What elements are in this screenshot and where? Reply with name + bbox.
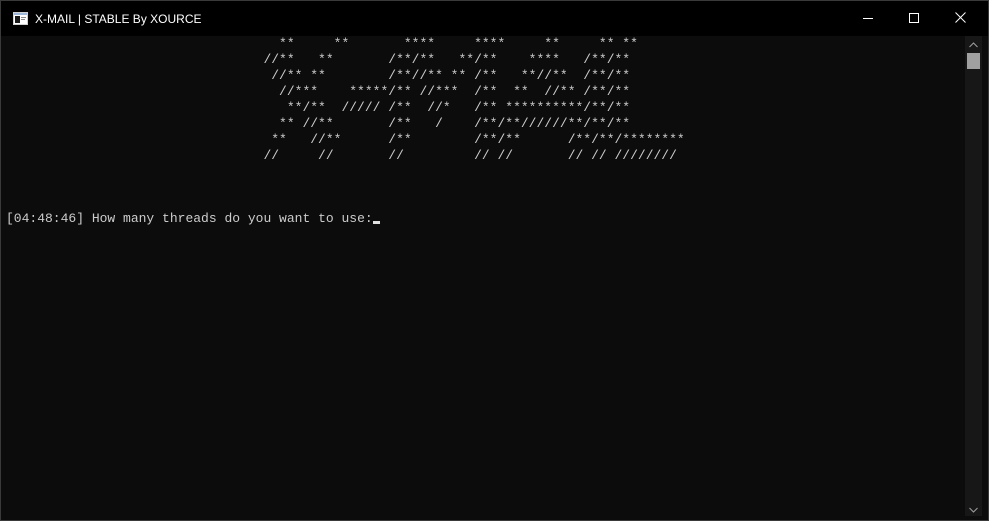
- scroll-up-button[interactable]: [965, 36, 982, 51]
- ascii-banner-line: //*** *****/** //*** /** ** //** /**/**: [6, 84, 631, 99]
- minimize-button[interactable]: [845, 1, 891, 36]
- text-cursor: [372, 221, 380, 224]
- close-icon: [954, 11, 966, 26]
- terminal-window: X-MAIL | STABLE By XOURCE ** ** **** ***…: [0, 0, 989, 521]
- maximize-button[interactable]: [891, 1, 937, 36]
- ascii-banner-line: ** //** /** / /**/**//////**/**/**: [6, 116, 631, 131]
- ascii-banner-line: ** //** /** /**/** /**/**/********: [6, 132, 685, 147]
- scroll-down-arrow-icon: [969, 500, 978, 518]
- close-button[interactable]: [937, 1, 983, 36]
- minimize-icon: [863, 12, 873, 26]
- input-prompt[interactable]: [04:48:46] How many threads do you want …: [6, 211, 380, 227]
- prompt-text: How many threads do you want to use:: [91, 211, 373, 226]
- title-bar[interactable]: X-MAIL | STABLE By XOURCE: [1, 1, 988, 36]
- console-output[interactable]: ** ** **** **** ** ** ** //** ** /**/** …: [6, 36, 963, 516]
- scrollbar-thumb[interactable]: [967, 53, 980, 69]
- console-window-icon: [13, 12, 28, 25]
- window-title: X-MAIL | STABLE By XOURCE: [35, 12, 202, 26]
- prompt-timestamp: [04:48:46]: [6, 211, 85, 226]
- scroll-up-arrow-icon: [969, 35, 978, 53]
- ascii-banner-line: //** ** /**//** ** /** **//** /**/**: [6, 68, 631, 83]
- ascii-banner-line: ** ** **** **** ** ** **: [6, 36, 638, 51]
- maximize-icon: [909, 12, 919, 26]
- ascii-banner-line: // // // // // // // ////////: [6, 148, 677, 163]
- ascii-banner-line: //** ** /**/** **/** **** /**/**: [6, 52, 631, 67]
- vertical-scrollbar[interactable]: [965, 36, 982, 516]
- ascii-banner-line: **/** ///// /** //* /** **********/**/**: [6, 100, 631, 115]
- scroll-down-button[interactable]: [965, 501, 982, 516]
